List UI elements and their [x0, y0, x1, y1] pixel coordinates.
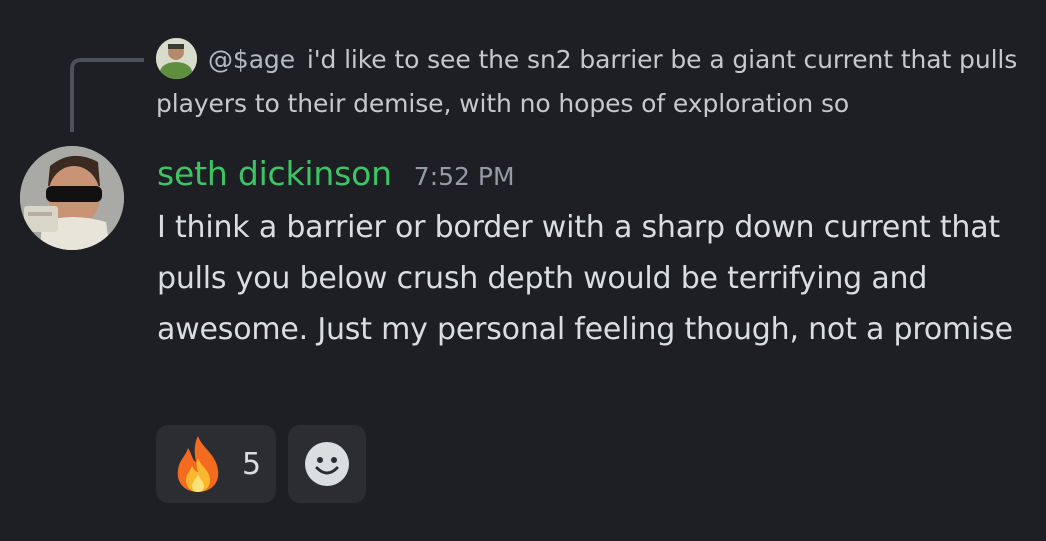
reaction-fire[interactable]: 5 [156, 425, 276, 503]
reply-connector-line [70, 58, 144, 132]
chat-message-view: @$age i'd like to see the sn2 barrier be… [0, 0, 1046, 541]
avatar[interactable] [20, 146, 124, 250]
message-timestamp[interactable]: 7:52 PM [414, 162, 515, 191]
reply-preview[interactable]: @$age i'd like to see the sn2 barrier be… [156, 38, 1026, 126]
fire-emoji-icon [177, 436, 219, 492]
reply-username[interactable]: @$age [208, 45, 295, 74]
add-reaction-button[interactable] [288, 425, 366, 503]
message-username[interactable]: seth dickinson [157, 154, 392, 193]
reactions-bar: 5 [156, 425, 366, 503]
message-header: seth dickinson 7:52 PM [157, 154, 515, 198]
smiley-add-reaction-icon [305, 442, 349, 486]
reaction-count: 5 [242, 446, 262, 482]
message-content: I think a barrier or border with a sharp… [157, 210, 1013, 347]
